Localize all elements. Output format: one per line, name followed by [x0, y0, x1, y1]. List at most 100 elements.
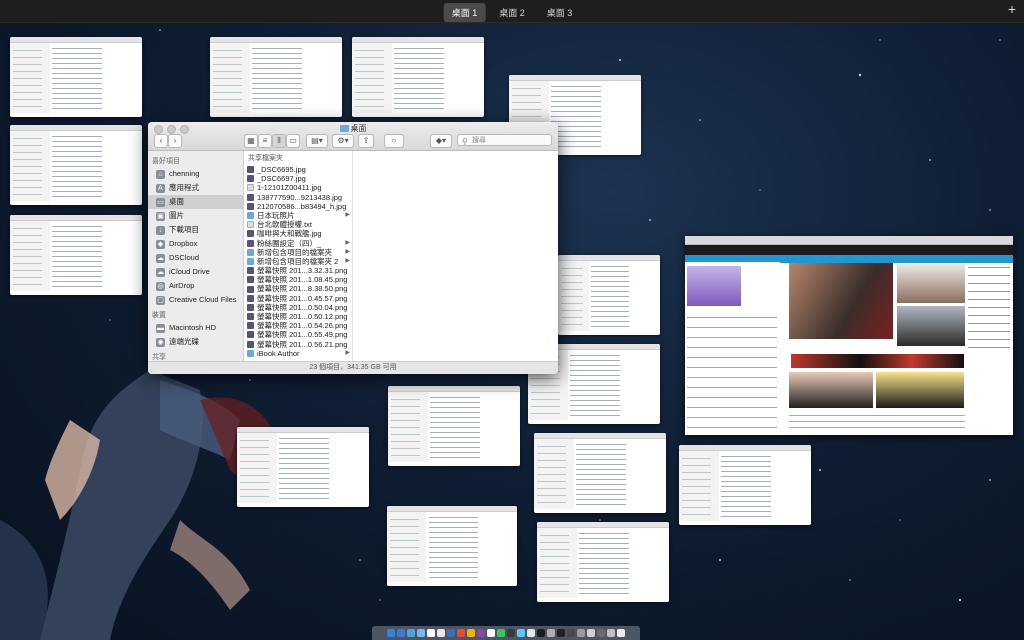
dock-app-icon[interactable]: [527, 629, 535, 637]
dock-app-icon[interactable]: [437, 629, 445, 637]
file-list-item[interactable]: 212070586...b83494_h.jpg: [244, 202, 352, 211]
dock-app-icon[interactable]: [607, 629, 615, 637]
window-thumbnail[interactable]: [352, 37, 484, 117]
dropbox-toolbar-button[interactable]: ◆▾: [430, 134, 452, 148]
sidebar-item-dropbox[interactable]: ◆ Dropbox: [148, 237, 243, 251]
dock-app-icon[interactable]: [587, 629, 595, 637]
window-thumbnail[interactable]: [10, 215, 142, 295]
file-list-item[interactable]: 螢幕快照 201...0.54.26.png: [244, 321, 352, 330]
file-list-item[interactable]: 1-12101Z00411.jpg: [244, 183, 352, 192]
window-thumbnail[interactable]: [387, 506, 517, 586]
sidebar-item-remote-disc[interactable]: ◉ 遠端光碟: [148, 335, 243, 349]
dock-app-icon[interactable]: [557, 629, 565, 637]
file-list-item[interactable]: 咖啡與大和戰艦.jpg: [244, 229, 352, 238]
sidebar-item-downloads[interactable]: ↓ 下載項目: [148, 223, 243, 237]
sidebar-item-creative-cloud[interactable]: ▢ Creative Cloud Files: [148, 293, 243, 307]
file-name: 咖啡與大和戰艦.jpg: [257, 229, 322, 239]
window-thumbnail[interactable]: [534, 433, 666, 513]
window-thumbnail[interactable]: [558, 255, 660, 335]
sidebar-item-dscloud[interactable]: ☁ DSCloud: [148, 251, 243, 265]
file-list-item[interactable]: 螢幕快照 201...0.45.57.png: [244, 294, 352, 303]
file-list-item[interactable]: 新增包含項目的檔案夾 ▶: [244, 248, 352, 257]
file-name: 日本玩照片: [257, 210, 295, 220]
window-thumbnail[interactable]: [237, 427, 369, 507]
sidebar-item-airdrop[interactable]: ◎ AirDrop: [148, 279, 243, 293]
status-bar: 23 個項目，341.35 GB 可用: [148, 361, 558, 374]
cover-flow-button[interactable]: ▭: [286, 134, 300, 148]
sidebar-item-desktop[interactable]: ▭ 桌面: [148, 195, 243, 209]
dock-app-icon[interactable]: [497, 629, 505, 637]
dock-app-icon[interactable]: [447, 629, 455, 637]
image-file-icon: [247, 322, 254, 330]
column-view-button[interactable]: ⫴: [272, 134, 286, 148]
file-list-item[interactable]: 螢幕快照 201...8.38.50.png: [244, 284, 352, 293]
space-desktop-3[interactable]: 桌面 3: [539, 3, 581, 22]
dock-app-icon[interactable]: [567, 629, 575, 637]
action-gear-button[interactable]: ⚙▾: [332, 134, 354, 148]
finder-window[interactable]: 桌面 ‹ › ▦ ≡ ⫴ ▭ ▤▾ ⚙▾ ⇪ ○ ◆▾ ⚲ 搜尋 喜好項目 ⌂ ch…: [148, 122, 558, 374]
window-thumbnail[interactable]: [537, 522, 669, 602]
window-thumbnail[interactable]: [679, 445, 811, 525]
arrange-button[interactable]: ▤▾: [306, 134, 328, 148]
file-list-item[interactable]: 粉絲團設定（四）_ ▶: [244, 239, 352, 248]
file-list-item[interactable]: 螢幕快照 201...0.55.49.png: [244, 330, 352, 339]
file-list-item[interactable]: 新增包含項目的檔案夾 2 ▶: [244, 257, 352, 266]
dock-app-icon[interactable]: [397, 629, 405, 637]
dock-app-icon[interactable]: [407, 629, 415, 637]
sidebar-section-devices: 裝置: [152, 312, 166, 319]
icon-view-button[interactable]: ▦: [244, 134, 258, 148]
dock-app-icon[interactable]: [577, 629, 585, 637]
add-space-button[interactable]: +: [1008, 1, 1016, 17]
file-list-item[interactable]: 日本玩照片 ▶: [244, 211, 352, 220]
window-thumbnail[interactable]: [10, 125, 142, 205]
sidebar-item-macintosh-hd[interactable]: ▬ Macintosh HD: [148, 321, 243, 335]
window-thumbnail[interactable]: [388, 386, 520, 466]
file-list-item[interactable]: 台北軟體授權.txt: [244, 220, 352, 229]
dock-app-icon[interactable]: [597, 629, 605, 637]
dock-app-icon[interactable]: [477, 629, 485, 637]
dock-app-icon[interactable]: [427, 629, 435, 637]
dock-app-icon[interactable]: [457, 629, 465, 637]
sidebar-item-icloud-drive[interactable]: ☁ iCloud Drive: [148, 265, 243, 279]
list-view-button[interactable]: ≡: [258, 134, 272, 148]
sidebar-item-applications[interactable]: A 應用程式: [148, 181, 243, 195]
dock-app-icon[interactable]: [467, 629, 475, 637]
sidebar-item-chenning[interactable]: ⌂ chenning: [148, 167, 243, 181]
file-list-item[interactable]: iBook Author ▶: [244, 349, 352, 358]
dock-app-icon[interactable]: [617, 629, 625, 637]
mission-control-spaces-bar: 桌面 1 桌面 2 桌面 3 +: [0, 0, 1024, 23]
harddisk-icon: ▬: [156, 323, 165, 333]
file-list-item[interactable]: 螢幕快照 201...0.50.12.png: [244, 312, 352, 321]
file-list-item[interactable]: 螢幕快照 201...0.56.21.png: [244, 340, 352, 349]
file-list-item[interactable]: 螢幕快照 201...3.32.31.png: [244, 266, 352, 275]
window-thumbnail[interactable]: [10, 37, 142, 117]
space-desktop-1[interactable]: 桌面 1: [443, 3, 486, 22]
dock-app-icon[interactable]: [487, 629, 495, 637]
file-list-item[interactable]: 138777590...9213438.jpg: [244, 193, 352, 202]
search-input[interactable]: ⚲ 搜尋: [457, 134, 552, 146]
dock-app-icon[interactable]: [517, 629, 525, 637]
back-button[interactable]: ‹: [154, 134, 168, 148]
forward-button[interactable]: ›: [168, 134, 182, 148]
site-nav-bar: [685, 245, 1013, 255]
dock-app-icon[interactable]: [387, 629, 395, 637]
file-name: 粉絲團設定（四）_: [257, 238, 322, 248]
sidebar-item-pictures[interactable]: ▣ 圖片: [148, 209, 243, 223]
browser-window-thumbnail[interactable]: [685, 236, 1013, 435]
creative-cloud-icon: ▢: [156, 295, 165, 305]
space-desktop-2[interactable]: 桌面 2: [491, 3, 533, 22]
dock-app-icon[interactable]: [417, 629, 425, 637]
file-name: _DSC6697.jpg: [257, 174, 306, 184]
dock-app-icon[interactable]: [547, 629, 555, 637]
tags-button[interactable]: ○: [384, 134, 404, 148]
dock-app-icon[interactable]: [537, 629, 545, 637]
dock-app-icon[interactable]: [507, 629, 515, 637]
file-list-item[interactable]: 螢幕快照 201...1.08.45.png: [244, 275, 352, 284]
share-button[interactable]: ⇪: [358, 134, 374, 148]
file-name: 螢幕快照 201...0.45.57.png: [257, 293, 348, 303]
file-list-item[interactable]: _DSC6695.jpg: [244, 165, 352, 174]
window-thumbnail[interactable]: [210, 37, 342, 117]
file-list-item[interactable]: _DSC6697.jpg: [244, 174, 352, 183]
file-list-item[interactable]: 螢幕快照 201...0.50.04.png: [244, 303, 352, 312]
disclosure-arrow-icon: ▶: [345, 257, 350, 264]
